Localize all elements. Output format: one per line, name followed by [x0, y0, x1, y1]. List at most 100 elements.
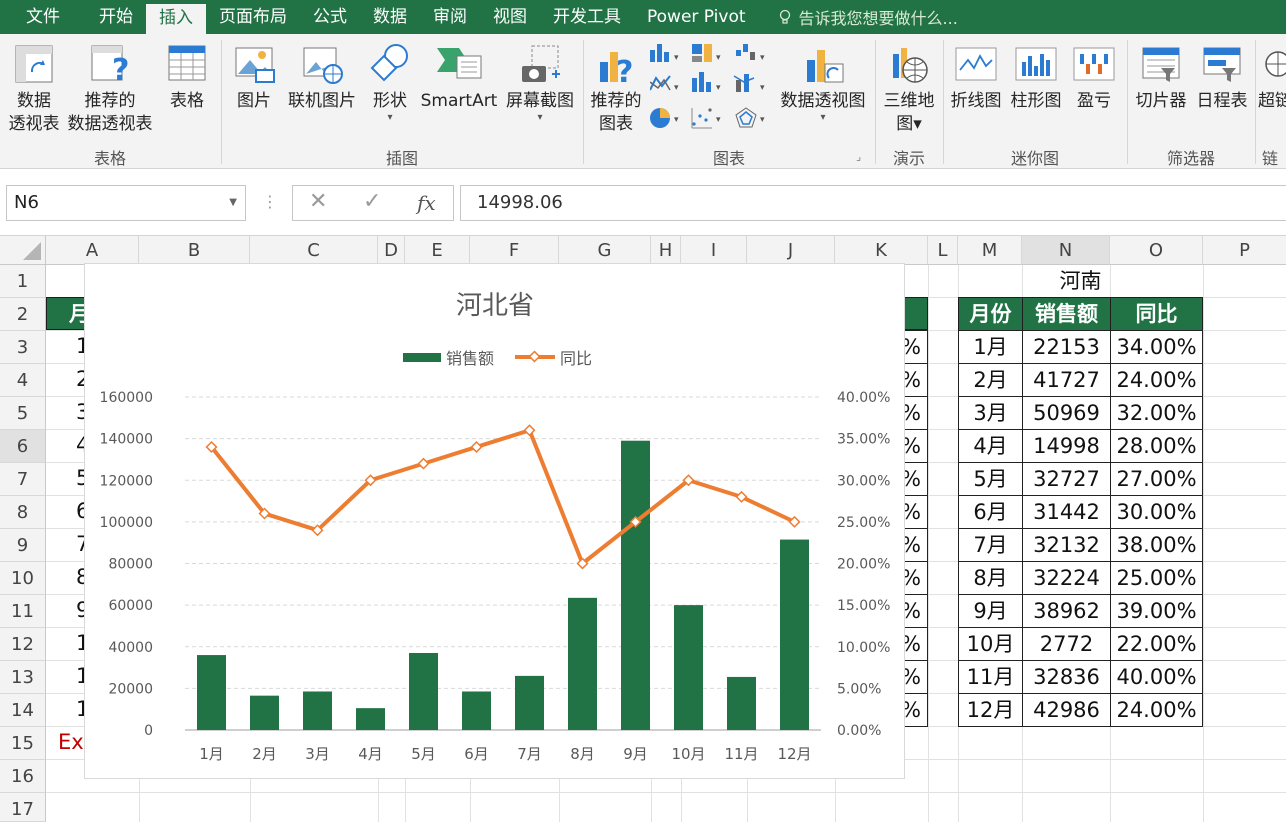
henan-cell-yoy[interactable]: 27.00%: [1110, 462, 1203, 496]
col-header-i[interactable]: I: [681, 236, 747, 265]
henan-cell-sales[interactable]: 32132: [1022, 528, 1111, 562]
henan-cell-sales[interactable]: 38962: [1022, 594, 1111, 628]
insert-function-icon[interactable]: fx: [417, 191, 436, 215]
henan-cell-sales[interactable]: 2772: [1022, 627, 1111, 661]
col-header-g[interactable]: G: [559, 236, 651, 265]
screenshot-button[interactable]: 屏幕截图 ▾: [502, 42, 578, 123]
col-header-j[interactable]: J: [747, 236, 835, 265]
drag-handle-icon[interactable]: ⋮: [262, 192, 278, 211]
tab-developer[interactable]: 开发工具: [540, 0, 634, 34]
row-header-15[interactable]: 15: [0, 727, 46, 760]
row-header-3[interactable]: 3: [0, 331, 46, 364]
shapes-button[interactable]: 形状 ▾: [364, 42, 416, 123]
henan-cell-yoy[interactable]: 24.00%: [1110, 693, 1203, 727]
henan-cell-sales[interactable]: 32727: [1022, 462, 1111, 496]
confirm-icon[interactable]: ✓: [363, 189, 381, 214]
henan-cell-month[interactable]: 12月: [958, 693, 1023, 727]
tab-view[interactable]: 视图: [480, 0, 540, 34]
henan-cell-sales[interactable]: 42986: [1022, 693, 1111, 727]
henan-cell-yoy[interactable]: 24.00%: [1110, 363, 1203, 397]
combo-chart-icon[interactable]: ▾: [733, 74, 765, 93]
henan-cell-month[interactable]: 11月: [958, 660, 1023, 694]
sparkline-line-button[interactable]: 折线图: [946, 42, 1006, 113]
row-header-6[interactable]: 6: [0, 430, 46, 463]
col-header-d[interactable]: D: [378, 236, 405, 265]
timeline-button[interactable]: 日程表: [1192, 42, 1252, 113]
pie-chart-icon[interactable]: ▾: [650, 108, 679, 128]
row-header-14[interactable]: 14: [0, 694, 46, 727]
hyperlink-button[interactable]: 超链: [1258, 42, 1286, 113]
col-header-p[interactable]: P: [1203, 236, 1286, 265]
hierarchy-chart-icon[interactable]: ▾: [692, 44, 721, 63]
henan-cell-sales[interactable]: 31442: [1022, 495, 1111, 529]
row-header-7[interactable]: 7: [0, 463, 46, 496]
henan-cell-sales[interactable]: 41727: [1022, 363, 1111, 397]
henan-cell-yoy[interactable]: 34.00%: [1110, 330, 1203, 364]
henan-cell-month[interactable]: 1月: [958, 330, 1023, 364]
statistic-chart-icon[interactable]: ▾: [692, 72, 721, 93]
row-header-2[interactable]: 2: [0, 298, 46, 331]
henan-cell-month[interactable]: 8月: [958, 561, 1023, 595]
col-header-n[interactable]: N: [1022, 236, 1110, 265]
tab-review[interactable]: 审阅: [420, 0, 480, 34]
sparkline-column-button[interactable]: 柱形图: [1006, 42, 1066, 113]
col-header-e[interactable]: E: [405, 236, 470, 265]
row-header-8[interactable]: 8: [0, 496, 46, 529]
henan-cell-yoy[interactable]: 32.00%: [1110, 396, 1203, 430]
name-box[interactable]: N6 ▼: [6, 185, 246, 221]
recommended-charts-button[interactable]: ? 推荐的 图表: [586, 42, 646, 136]
henan-cell-yoy[interactable]: 25.00%: [1110, 561, 1203, 595]
col-header-b[interactable]: B: [139, 236, 250, 265]
chart-hebei[interactable]: 河北省 销售额 同比 0 20000 40000 60000 80000 100000 12000…: [84, 263, 905, 779]
col-header-m[interactable]: M: [958, 236, 1022, 265]
col-header-f[interactable]: F: [470, 236, 559, 265]
row-header-17[interactable]: 17: [0, 793, 46, 822]
online-pictures-button[interactable]: 联机图片: [284, 42, 360, 113]
select-all-button[interactable]: [0, 236, 46, 265]
row-header-5[interactable]: 5: [0, 397, 46, 430]
dialog-launcher-icon[interactable]: ⌟: [856, 150, 861, 163]
formula-input[interactable]: 14998.06: [460, 185, 1286, 221]
row-header-16[interactable]: 16: [0, 760, 46, 793]
henan-cell-sales[interactable]: 22153: [1022, 330, 1111, 364]
tab-insert[interactable]: 插入: [146, 4, 206, 34]
column-chart-icon[interactable]: ▾: [650, 44, 679, 63]
slicer-button[interactable]: 切片器: [1130, 42, 1192, 113]
col-header-k[interactable]: K: [835, 236, 928, 265]
henan-cell-month[interactable]: 10月: [958, 627, 1023, 661]
line-chart-icon[interactable]: ▾: [650, 75, 679, 93]
tab-page-layout[interactable]: 页面布局: [206, 0, 300, 34]
cancel-icon[interactable]: ✕: [309, 189, 327, 214]
pivot-chart-button[interactable]: 数据透视图 ▾: [776, 42, 870, 123]
row-header-12[interactable]: 12: [0, 628, 46, 661]
henan-cell-yoy[interactable]: 28.00%: [1110, 429, 1203, 463]
henan-cell-sales[interactable]: 32836: [1022, 660, 1111, 694]
henan-cell-yoy[interactable]: 39.00%: [1110, 594, 1203, 628]
col-header-l[interactable]: L: [928, 236, 958, 265]
row-header-10[interactable]: 10: [0, 562, 46, 595]
tab-file[interactable]: 文件: [0, 0, 86, 34]
radar-chart-icon[interactable]: ▾: [735, 107, 765, 128]
henan-cell-month[interactable]: 5月: [958, 462, 1023, 496]
col-header-c[interactable]: C: [250, 236, 378, 265]
chevron-down-icon[interactable]: ▼: [229, 186, 237, 220]
henan-cell-yoy[interactable]: 40.00%: [1110, 660, 1203, 694]
tab-data[interactable]: 数据: [360, 0, 420, 34]
sparkline-winloss-button[interactable]: 盈亏: [1066, 42, 1122, 113]
smartart-button[interactable]: SmartArt: [418, 42, 500, 113]
tab-formulas[interactable]: 公式: [300, 0, 360, 34]
row-header-13[interactable]: 13: [0, 661, 46, 694]
tab-power-pivot[interactable]: Power Pivot: [634, 0, 759, 34]
row-header-4[interactable]: 4: [0, 364, 46, 397]
table-button[interactable]: 表格: [160, 42, 214, 113]
henan-cell-month[interactable]: 7月: [958, 528, 1023, 562]
scatter-chart-icon[interactable]: ▾: [691, 108, 721, 129]
henan-cell-sales[interactable]: 50969: [1022, 396, 1111, 430]
col-header-o[interactable]: O: [1110, 236, 1203, 265]
henan-cell-yoy[interactable]: 30.00%: [1110, 495, 1203, 529]
henan-cell-month[interactable]: 6月: [958, 495, 1023, 529]
row-header-9[interactable]: 9: [0, 529, 46, 562]
chart-type-icons[interactable]: ▾ ▾ ▾ ▾ ▾ ▾ ▾ ▾ ▾: [650, 42, 770, 132]
henan-cell-month[interactable]: 2月: [958, 363, 1023, 397]
henan-cell-yoy[interactable]: 22.00%: [1110, 627, 1203, 661]
